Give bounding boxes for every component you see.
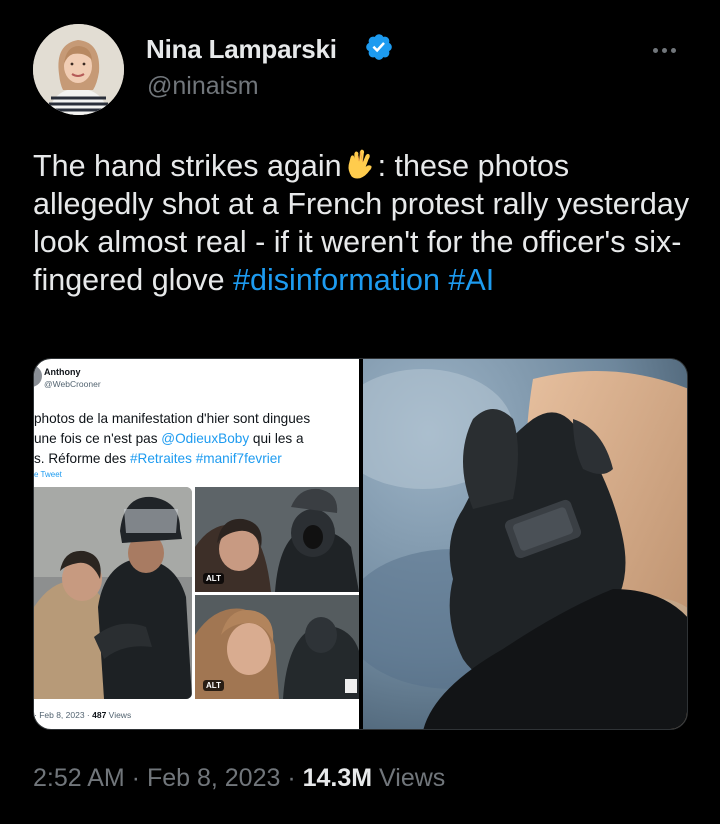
tweet-text: The hand strikes again: these photos all… xyxy=(33,147,693,299)
more-options-icon[interactable] xyxy=(651,40,685,56)
hashtag-disinformation[interactable]: #disinformation xyxy=(233,263,440,297)
tweet[interactable]: Nina Lamparski @ninaism The hand strikes… xyxy=(0,0,720,824)
embedded-hashtag-manif: #manif7fevrier xyxy=(195,451,282,466)
embedded-translate-link: e Tweet xyxy=(34,470,62,479)
hashtag-ai[interactable]: #AI xyxy=(448,263,494,297)
footer-separator-2: · xyxy=(280,764,303,792)
embedded-meta: · Feb 8, 2023 · 487 Views xyxy=(34,710,131,720)
embedded-line-1: photos de la manifestation d'hier sont d… xyxy=(34,411,311,426)
embedded-photo-grid: ALT ALT xyxy=(34,487,359,699)
alt-badge-2: ALT xyxy=(203,680,224,691)
embedded-line-3: s. Réforme des #Retraites #manif7fevrier xyxy=(34,449,359,469)
embedded-meta-date: · Feb 8, 2023 · xyxy=(34,710,93,720)
tweet-views-count[interactable]: 14.3M xyxy=(303,764,372,792)
embedded-meta-views-count: 487 xyxy=(92,710,107,720)
embedded-photo-woman: ALT xyxy=(195,595,359,699)
embedded-photo-gasmask: ALT xyxy=(195,487,359,592)
author-name[interactable]: Nina Lamparski xyxy=(146,34,337,65)
embedded-photo-hug xyxy=(34,487,192,699)
embedded-hashtag-retraites: #Retraites xyxy=(129,451,192,466)
embedded-author-handle: @WebCrooner xyxy=(44,379,101,389)
embedded-line-3-pre: s. Réforme des xyxy=(34,451,130,466)
embedded-meta-views-label: Views xyxy=(106,710,132,720)
media-image-screenshot[interactable]: Anthony @WebCrooner photos de la manifes… xyxy=(34,359,359,729)
embedded-mention: @OdieuxBoby xyxy=(161,431,250,446)
tweet-footer: 2:52 AM · Feb 8, 2023 · 14.3M Views xyxy=(33,764,445,793)
embedded-author-name: Anthony xyxy=(44,367,81,377)
tweet-text-part1: The hand strikes again xyxy=(33,149,342,183)
tweet-date[interactable]: Feb 8, 2023 xyxy=(147,764,280,792)
vulcan-salute-emoji xyxy=(348,149,372,179)
footer-separator-1: · xyxy=(124,764,147,792)
embedded-line-2-post: qui les a xyxy=(249,431,304,446)
tweet-media[interactable]: Anthony @WebCrooner photos de la manifes… xyxy=(33,358,688,730)
author-avatar[interactable] xyxy=(33,24,124,115)
alt-badge-1: ALT xyxy=(203,573,224,584)
tweet-views-label[interactable]: Views xyxy=(372,764,445,792)
embedded-line-2: une fois ce n'est pas @OdieuxBoby qui le… xyxy=(34,429,359,449)
author-handle[interactable]: @ninaism xyxy=(147,72,259,101)
embedded-avatar xyxy=(34,365,42,387)
embedded-line-2-pre: une fois ce n'est pas xyxy=(34,431,162,446)
media-image-glove-closeup[interactable] xyxy=(363,359,687,729)
embedded-text: photos de la manifestation d'hier sont d… xyxy=(34,409,359,469)
tweet-time[interactable]: 2:52 AM xyxy=(33,764,125,792)
verified-badge-icon xyxy=(366,34,392,60)
